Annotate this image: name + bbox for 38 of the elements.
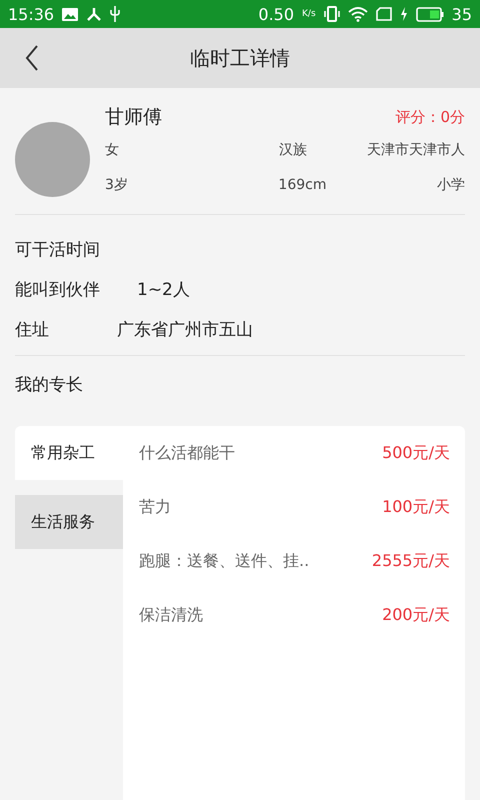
rating: 评分：0分 [395, 108, 465, 126]
share-icon [86, 7, 102, 21]
skill-price: 200元/天 [382, 604, 450, 626]
skill-price: 100元/天 [382, 496, 450, 518]
skill-price: 2555元/天 [372, 550, 450, 572]
skill-name: 保洁清洗 [139, 604, 203, 626]
hometown: 天津市天津市人 [367, 141, 465, 159]
ethnicity: 汉族 [279, 141, 307, 159]
category-tab[interactable]: 生活服务 [15, 495, 123, 549]
charging-icon [400, 7, 408, 21]
skill-name: 跑腿：送餐、送件、挂.. [139, 550, 310, 572]
skill-name: 苦力 [139, 496, 171, 518]
gender: 女 [105, 141, 119, 159]
worker-name: 甘师傅 [105, 105, 162, 130]
network-speed: 0.50 [258, 4, 294, 24]
info-label: 可干活时间 [15, 238, 101, 260]
info-label: 能叫到伙伴 [15, 278, 101, 300]
speed-unit: K/s [302, 9, 316, 19]
skill-price: 500元/天 [382, 442, 450, 464]
image-icon [62, 8, 78, 20]
usb-icon [110, 6, 120, 22]
back-icon [25, 45, 39, 71]
info-value: 广东省广州市五山 [117, 318, 253, 340]
wifi-icon [348, 6, 368, 22]
category-tab[interactable]: 常用杂工 [15, 426, 123, 480]
section-title: 我的专长 [15, 374, 83, 396]
info-label: 住址 [15, 318, 50, 340]
skill-name: 什么活都能干 [139, 442, 235, 464]
vibrate-icon [324, 6, 340, 22]
info-value: 1~2人 [137, 278, 190, 300]
status-time: 15:36 [8, 4, 54, 24]
education: 小学 [436, 176, 465, 194]
page-title: 临时工详情 [190, 44, 290, 72]
age: 3岁 [105, 176, 128, 194]
sim-icon [376, 7, 392, 21]
battery-icon [416, 6, 444, 22]
battery-percent: 35 [452, 4, 472, 24]
height: 169cm [278, 177, 326, 193]
